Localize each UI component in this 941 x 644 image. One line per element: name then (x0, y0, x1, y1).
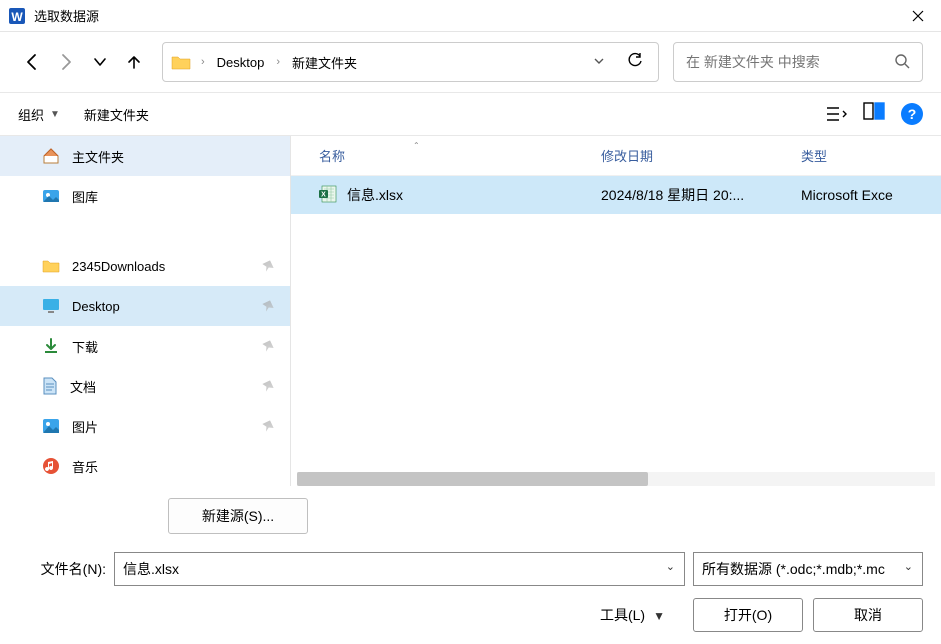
file-type-filter[interactable]: 所有数据源 (*.odc;*.mdb;*.mc (693, 552, 923, 586)
organize-label: 组织 (18, 105, 44, 124)
sidebar-item-label: 下载 (72, 337, 98, 356)
file-date: 2024/8/18 星期日 20:... (601, 187, 744, 203)
svg-text:W: W (11, 10, 23, 24)
sidebar-item-pictures[interactable]: 图片 (0, 406, 290, 446)
folder-icon (171, 53, 191, 71)
search-box[interactable] (673, 42, 923, 82)
sidebar-item-home[interactable]: 主文件夹 (0, 136, 290, 176)
help-button[interactable]: ? (901, 103, 923, 125)
tools-label: 工具(L) (600, 605, 645, 625)
sidebar: 主文件夹 图库 2345Downloads Desktop 下载 文档 图片 (0, 136, 290, 486)
download-icon (42, 337, 60, 355)
refresh-button[interactable] (620, 52, 650, 73)
column-header-name[interactable]: 名称 ⌃ (291, 146, 601, 165)
chevron-down-icon: ▼ (50, 109, 60, 120)
chevron-down-icon: ▼ (653, 609, 665, 623)
horizontal-scrollbar[interactable] (297, 472, 935, 486)
address-bar[interactable]: › Desktop › 新建文件夹 (162, 42, 659, 82)
nav-recent-button[interactable] (86, 48, 114, 76)
filename-input[interactable] (114, 552, 685, 586)
breadcrumb-item[interactable]: Desktop (215, 53, 267, 72)
search-icon[interactable] (894, 53, 910, 72)
new-folder-label: 新建文件夹 (84, 105, 149, 124)
nav-up-button[interactable] (120, 48, 148, 76)
sort-indicator-icon: ⌃ (413, 141, 420, 150)
app-icon: W (8, 7, 26, 25)
sidebar-item-label: 图片 (72, 417, 98, 436)
chevron-down-icon[interactable]: ⌄ (666, 560, 675, 573)
window-title: 选取数据源 (34, 6, 895, 25)
file-name: 信息.xlsx (347, 185, 403, 205)
column-header-type[interactable]: 类型 (801, 146, 941, 165)
picture-icon (42, 418, 60, 434)
organize-button[interactable]: 组织 ▼ (18, 105, 60, 124)
sidebar-item-desktop[interactable]: Desktop (0, 286, 290, 326)
sidebar-item-label: 文档 (70, 377, 96, 396)
document-icon (42, 377, 58, 395)
column-header-date[interactable]: 修改日期 (601, 146, 801, 165)
chevron-right-icon[interactable]: › (272, 56, 284, 68)
chevron-down-icon[interactable]: ⌄ (904, 560, 913, 573)
close-button[interactable] (895, 0, 941, 32)
open-button[interactable]: 打开(O) (693, 598, 803, 632)
desktop-icon (42, 298, 60, 314)
column-header-label: 名称 (319, 146, 345, 165)
new-source-button[interactable]: 新建源(S)... (168, 498, 308, 534)
sidebar-item-gallery[interactable]: 图库 (0, 176, 290, 216)
sidebar-item-label: Desktop (72, 299, 120, 314)
breadcrumb-item[interactable]: 新建文件夹 (290, 51, 359, 74)
chevron-right-icon[interactable]: › (197, 56, 209, 68)
sidebar-item-label: 音乐 (72, 457, 98, 476)
file-type: Microsoft Exce (801, 187, 893, 203)
filename-label: 文件名(N): (18, 559, 106, 579)
file-row[interactable]: X 信息.xlsx 2024/8/18 星期日 20:... Microsoft… (291, 176, 941, 214)
sidebar-item-2345downloads[interactable]: 2345Downloads (0, 246, 290, 286)
gallery-icon (42, 187, 60, 205)
nav-forward-button[interactable] (52, 48, 80, 76)
sidebar-item-label: 主文件夹 (72, 147, 124, 166)
home-icon (42, 147, 60, 165)
file-list-header: 名称 ⌃ 修改日期 类型 (291, 136, 941, 176)
search-input[interactable] (686, 54, 894, 70)
sidebar-item-downloads[interactable]: 下载 (0, 326, 290, 366)
excel-file-icon: X (319, 185, 337, 206)
cancel-button[interactable]: 取消 (813, 598, 923, 632)
folder-icon (42, 258, 60, 274)
sidebar-item-documents[interactable]: 文档 (0, 366, 290, 406)
svg-text:X: X (321, 191, 326, 198)
view-mode-button[interactable] (825, 102, 849, 126)
sidebar-item-label: 2345Downloads (72, 259, 165, 274)
sidebar-item-music[interactable]: 音乐 (0, 446, 290, 486)
tools-button[interactable]: 工具(L) ▼ (600, 605, 665, 625)
music-icon (42, 457, 60, 475)
nav-back-button[interactable] (18, 48, 46, 76)
new-folder-button[interactable]: 新建文件夹 (84, 105, 149, 124)
address-dropdown-button[interactable] (584, 55, 614, 70)
sidebar-item-label: 图库 (72, 187, 98, 206)
preview-pane-button[interactable] (863, 102, 887, 126)
